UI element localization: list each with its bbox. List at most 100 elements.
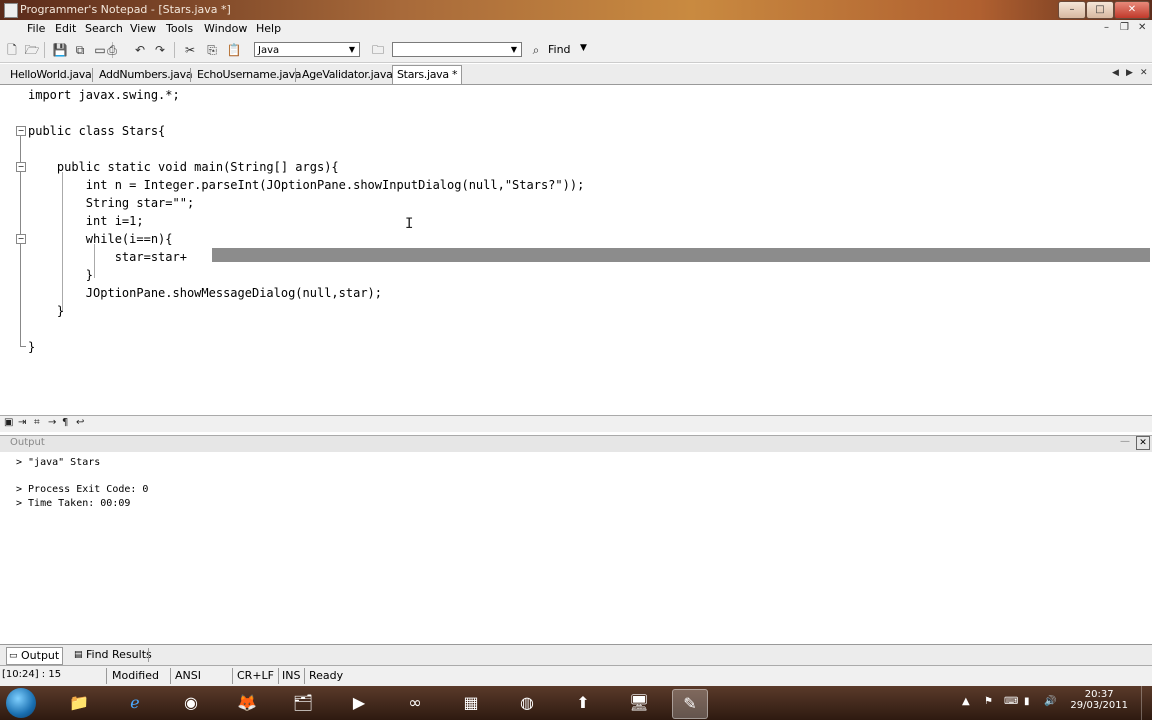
- scheme-select-value: Java: [258, 45, 280, 56]
- status-bar: [10:24] : 15 Modified ANSI CR+LF INS Rea…: [0, 665, 1152, 686]
- tray-flag-icon[interactable]: ⚑: [984, 696, 993, 707]
- find-folder-icon[interactable]: 🗀: [370, 42, 386, 58]
- clock-date: 29/03/2011: [1070, 700, 1128, 711]
- tabs-icon[interactable]: ⌗: [34, 417, 40, 428]
- explorer-icon[interactable]: 📁: [62, 689, 96, 717]
- tab-addnumbers[interactable]: AddNumbers.java: [99, 66, 193, 84]
- tab-echousername[interactable]: EchoUsername.java: [197, 66, 302, 84]
- globe-app-icon[interactable]: ◍: [510, 689, 544, 717]
- tray-signal-icon[interactable]: ▮: [1024, 696, 1030, 707]
- tab-next-icon[interactable]: ▶: [1126, 68, 1133, 78]
- status-ready: Ready: [309, 669, 344, 682]
- toolbar-separator: [174, 42, 175, 58]
- undo-icon[interactable]: ↶: [132, 42, 148, 58]
- chrome-icon[interactable]: ◉: [174, 689, 208, 717]
- save-all-icon[interactable]: ⧉: [72, 42, 88, 58]
- close-button[interactable]: ✕: [1114, 1, 1150, 19]
- code-line: String star="";: [28, 196, 195, 210]
- find-dropdown-icon[interactable]: ▼: [580, 43, 587, 53]
- menu-tools[interactable]: Tools: [166, 22, 193, 35]
- tray-expand-icon[interactable]: ▲: [962, 696, 970, 707]
- copy-icon[interactable]: ⎘: [204, 42, 220, 58]
- scheme-select[interactable]: Java ▼: [254, 42, 360, 57]
- status-separator: [170, 668, 171, 684]
- status-modified: Modified: [112, 669, 159, 682]
- tab-output[interactable]: ▭ Output: [6, 647, 64, 665]
- internet-explorer-icon[interactable]: ℯ: [118, 689, 152, 717]
- output-tabs: ▭ Output ▤ Find Results: [0, 644, 1152, 665]
- maximize-button[interactable]: □: [1086, 1, 1114, 19]
- cut-icon[interactable]: ✂: [182, 42, 198, 58]
- redo-icon[interactable]: ↷: [152, 42, 168, 58]
- panel-pin-icon[interactable]: —: [1120, 436, 1130, 447]
- tray-volume-icon[interactable]: 🔊: [1044, 696, 1056, 707]
- menu-file[interactable]: File: [27, 22, 45, 35]
- find-button[interactable]: Find: [548, 43, 571, 56]
- fold-toggle-icon[interactable]: −: [16, 162, 26, 172]
- box-app-icon[interactable]: ▦: [454, 689, 488, 717]
- clock-time: 20:37: [1084, 689, 1114, 700]
- media-icon[interactable]: ▶: [342, 689, 376, 717]
- code-line: }: [28, 340, 36, 354]
- find-binoculars-icon[interactable]: ⌕: [528, 42, 544, 58]
- tray-network-icon[interactable]: ⌨: [1004, 696, 1018, 707]
- code-editor[interactable]: − − − import javax.swing.*; public class…: [0, 85, 1152, 415]
- save-icon[interactable]: 💾: [52, 42, 68, 58]
- firefox-icon[interactable]: 🦊: [230, 689, 264, 717]
- output-tab-icon: ▭: [9, 651, 18, 661]
- paragraph-icon[interactable]: ¶: [62, 417, 68, 428]
- tab-stars[interactable]: Stars.java *: [392, 65, 463, 84]
- taskbar-clock[interactable]: 20:37 29/03/2011: [1070, 689, 1128, 711]
- taskbar: 📁 ℯ ◉ 🦊 🗂 ▶ ∞ ▦ ◍ ⬆ 🖥 ✎ ▲ ⚑ ⌨ ▮ 🔊 20:37 …: [0, 686, 1152, 720]
- fold-toggle-icon[interactable]: −: [16, 126, 26, 136]
- output-panel-title: Output: [10, 437, 45, 448]
- menu-search[interactable]: Search: [85, 22, 123, 35]
- print-icon[interactable]: ⎙: [104, 42, 120, 58]
- output-panel-header: Output — ✕: [0, 435, 1152, 452]
- menu-window[interactable]: Window: [204, 22, 247, 35]
- mdi-close-icon[interactable]: ✕: [1138, 22, 1146, 33]
- menu-help[interactable]: Help: [256, 22, 281, 35]
- tab-agevalidator[interactable]: AgeValidator.java: [302, 66, 393, 84]
- output-panel[interactable]: > "java" Stars > Process Exit Code: 0 > …: [0, 452, 1152, 644]
- code-line: }: [28, 268, 94, 282]
- output-line: > "java" Stars: [16, 457, 101, 468]
- show-desktop-button[interactable]: [1141, 686, 1152, 720]
- wrap-icon[interactable]: ↩: [76, 417, 84, 428]
- view-mode-icon[interactable]: ▣: [4, 417, 13, 428]
- tab-helloworld[interactable]: HelloWorld.java: [10, 66, 92, 84]
- whitespace-icon[interactable]: ⇥: [18, 417, 26, 428]
- open-file-icon[interactable]: 🗁: [24, 42, 40, 58]
- start-button[interactable]: [6, 688, 36, 718]
- output-line: > Process Exit Code: 0: [16, 484, 149, 495]
- window-title: Programmer's Notepad - [Stars.java *]: [20, 3, 231, 16]
- title-bar: Programmer's Notepad - [Stars.java *] – …: [0, 0, 1152, 20]
- mdi-minimize-icon[interactable]: –: [1104, 22, 1109, 33]
- arrow-icon[interactable]: →: [48, 417, 56, 428]
- current-line-highlight: [212, 248, 1150, 262]
- arrow-app-icon[interactable]: ⬆: [566, 689, 600, 717]
- minimize-button[interactable]: –: [1058, 1, 1086, 19]
- tab-close-icon[interactable]: ✕: [1140, 68, 1148, 78]
- new-file-icon[interactable]: 🗋: [4, 42, 20, 58]
- tab-separator: [295, 68, 296, 82]
- programmers-notepad-icon[interactable]: ✎: [672, 689, 708, 719]
- mdi-restore-icon[interactable]: ❐: [1120, 22, 1129, 33]
- text-cursor-icon: I: [405, 216, 414, 232]
- paste-icon[interactable]: 📋: [226, 42, 242, 58]
- status-ins: INS: [282, 669, 301, 682]
- tab-separator: [190, 68, 191, 82]
- infinity-app-icon[interactable]: ∞: [398, 689, 432, 717]
- menu-view[interactable]: View: [130, 22, 156, 35]
- folder-icon[interactable]: 🗂: [286, 689, 320, 717]
- tab-find-results[interactable]: ▤ Find Results: [72, 647, 152, 663]
- menu-edit[interactable]: Edit: [55, 22, 76, 35]
- monitor-app-icon[interactable]: 🖥: [622, 689, 656, 717]
- panel-close-icon[interactable]: ✕: [1136, 436, 1150, 450]
- fold-toggle-icon[interactable]: −: [16, 234, 26, 244]
- find-results-icon: ▤: [74, 650, 83, 660]
- code-line: public class Stars{: [28, 124, 166, 138]
- tab-prev-icon[interactable]: ◀: [1112, 68, 1119, 78]
- find-input[interactable]: ▼: [392, 42, 522, 57]
- tab-output-label: Output: [21, 649, 60, 662]
